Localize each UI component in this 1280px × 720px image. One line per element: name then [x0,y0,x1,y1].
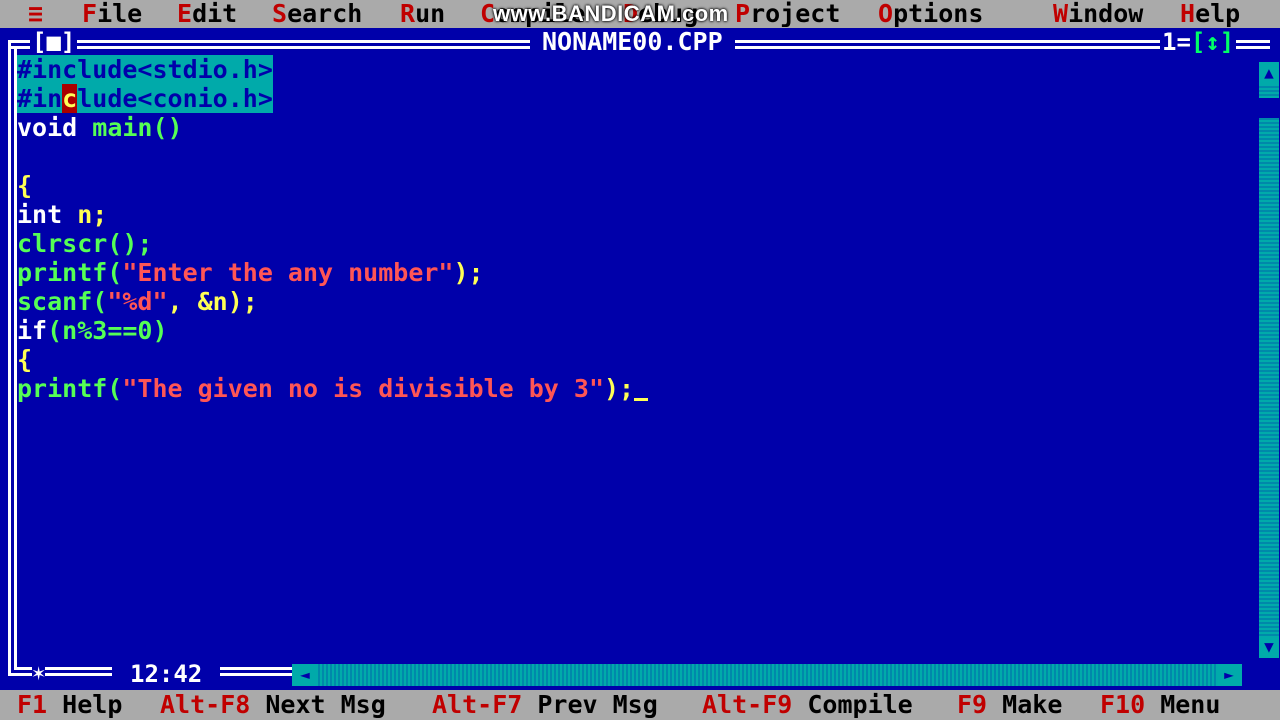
menu-help-label: elp [1195,0,1241,28]
menu-window-hotkey: W [1053,0,1069,28]
code-line-11: { [17,345,32,374]
menu-project[interactable]: Project [735,0,840,28]
key-label: Alt-F9 [702,690,793,719]
key-action: Help [47,690,123,719]
key-menu[interactable]: F10 Menu [1100,690,1220,720]
code-text: lude<conio.h> [77,84,273,113]
code-text: #in [17,84,63,113]
menu-run-label: un [415,0,446,28]
code-identifier: n; [77,200,108,229]
zoom-icon: [↕] [1190,28,1235,56]
scroll-left-icon[interactable]: ◄ [292,664,318,686]
menu-file-hotkey: F [82,0,98,28]
vertical-scrollbar[interactable]: ▲ ▼ [1259,62,1279,658]
menu-edit-hotkey: E [177,0,193,28]
code-identifier: printf( [17,258,123,287]
key-action: Next Msg [250,690,386,719]
code-line-6: int n; [17,200,107,229]
menu-search[interactable]: Search [272,0,362,28]
system-menu[interactable]: ≡ [28,0,43,28]
menu-options-label: ptions [893,0,984,28]
key-label: Alt-F7 [432,690,523,719]
highlighted-char: c [62,84,78,113]
key-action: Make [987,690,1063,719]
close-box-button[interactable]: [■] [30,28,78,56]
menu-options-hotkey: O [878,0,894,28]
code-keyword: if [17,316,48,345]
code-keyword: int [17,200,78,229]
code-line-7: clrscr(); [17,229,152,258]
menu-file-label: ile [97,0,143,28]
frame-left-outer [8,40,11,676]
menu-search-label: earch [287,0,363,28]
code-line-1: #include<stdio.h> [17,55,273,84]
code-symbol: ); [453,258,484,287]
code-line-10: if(n%3==0) [17,316,168,345]
menu-project-hotkey: P [735,0,751,28]
key-compile[interactable]: Alt-F9 Compile [702,690,913,720]
text-cursor [634,398,649,401]
key-label: F9 [957,690,988,719]
menu-help-hotkey: H [1180,0,1196,28]
menu-window[interactable]: Window [1053,0,1143,28]
code-line-12: printf("The given no is divisible by 3")… [17,374,649,403]
menu-help[interactable]: Help [1180,0,1240,28]
code-symbol: ); [604,374,635,403]
key-make[interactable]: F9 Make [957,690,1062,720]
cursor-position: 12:42 [112,660,221,688]
code-identifier: scanf( [17,287,108,316]
code-line-3: void main() [17,113,183,142]
menu-file[interactable]: File [82,0,142,28]
code-line-2: #include<conio.h> [17,84,273,113]
system-menu-icon: ≡ [28,0,44,28]
modified-icon: ✶ [32,660,46,688]
code-identifier: clrscr(); [17,229,153,258]
key-action: Prev Msg [522,690,658,719]
key-action: Compile [792,690,913,719]
code-text: #include<stdio.h> [17,55,273,84]
menu-run-hotkey: R [400,0,416,28]
scroll-right-icon[interactable]: ► [1216,664,1242,686]
scroll-down-icon[interactable]: ▼ [1259,636,1279,658]
horizontal-scrollbar[interactable]: ◄ ► [292,664,1242,686]
code-brace: { [17,345,33,374]
code-line-8: printf("Enter the any number"); [17,258,484,287]
code-editor[interactable]: #include<stdio.h> #include<conio.h> void… [17,55,1257,665]
window-number-label: 1 [1162,28,1177,56]
code-keyword: void [17,113,93,142]
code-identifier: printf( [17,374,123,403]
menu-project-label: roject [750,0,841,28]
recording-watermark: www.BANDICAM.com [493,1,729,26]
close-icon: [■] [32,28,76,56]
vertical-scroll-thumb[interactable] [1259,98,1279,118]
menu-run[interactable]: Run [400,0,445,28]
code-brace: { [17,171,33,200]
menu-search-hotkey: S [272,0,288,28]
window-title: NONAME00.CPP [530,28,735,56]
code-string: "The given no is divisible by 3" [122,374,604,403]
key-prev-msg[interactable]: Alt-F7 Prev Msg [432,690,658,720]
function-key-bar: F1 Help Alt-F8 Next Msg Alt-F7 Prev Msg … [0,690,1280,720]
code-line-5: { [17,171,32,200]
code-identifier: main() [92,113,183,142]
code-line-9: scanf("%d", &n); [17,287,258,316]
key-next-msg[interactable]: Alt-F8 Next Msg [160,690,386,720]
scroll-up-icon[interactable]: ▲ [1259,62,1279,84]
menu-edit-label: dit [192,0,238,28]
menu-edit[interactable]: Edit [177,0,237,28]
code-string: "%d" [107,287,168,316]
window-number[interactable]: 1=[↕] [1160,28,1237,56]
code-expression: (n%3==0) [47,316,168,345]
editor-window: [■] NONAME00.CPP 1=[↕] #include<stdio.h>… [0,28,1280,690]
code-symbol: , &n); [167,287,258,316]
menu-window-label: indow [1068,0,1144,28]
key-label: Alt-F8 [160,690,251,719]
code-string: "Enter the any number" [122,258,454,287]
menu-options[interactable]: Options [878,0,983,28]
key-label: F1 [17,690,48,719]
key-label: F10 [1100,690,1146,719]
key-action: Menu [1145,690,1221,719]
menu-bar: ≡ File Edit Search Run Compile Debug Pro… [0,0,1280,28]
key-f1-help[interactable]: F1 Help [17,690,122,720]
